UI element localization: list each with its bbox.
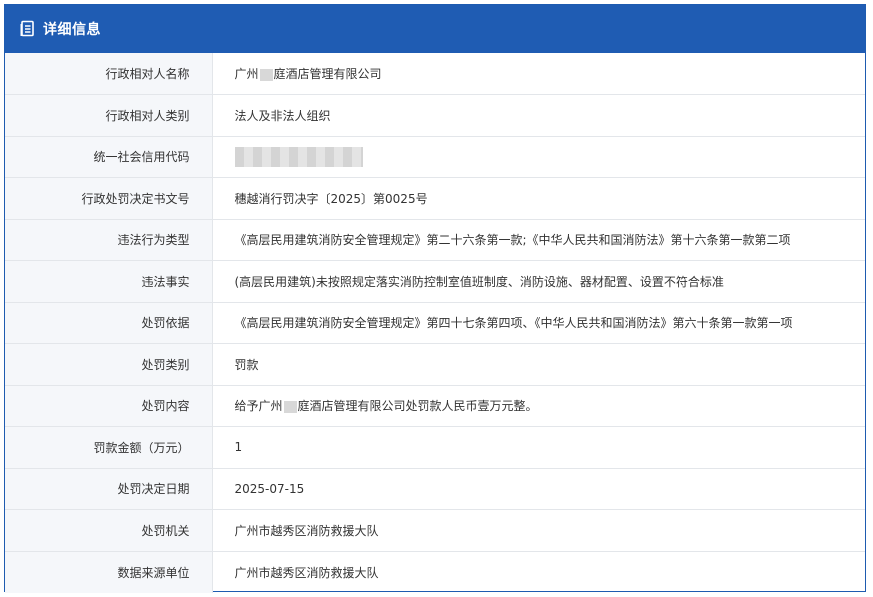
table-row: 统一社会信用代码 (5, 136, 865, 178)
value-text: 给予广州 (234, 399, 283, 414)
table-row: 处罚机关 广州市越秀区消防救援大队 (5, 509, 865, 552)
detail-table: 行政相对人名称 广州 庭酒店管理有限公司 行政相对人类别 法人及非法人组织 统一社… (5, 53, 865, 593)
panel-header: 详细信息 (5, 5, 865, 53)
row-label: 罚款金额（万元） (5, 426, 213, 469)
row-label: 处罚机关 (5, 509, 213, 552)
row-value (212, 136, 865, 178)
row-label: 处罚依据 (5, 302, 213, 344)
table-row: 罚款金额（万元） 1 (5, 426, 865, 469)
row-label: 行政相对人名称 (5, 53, 213, 95)
row-value: 穗越消行罚决字〔2025〕第0025号 (212, 177, 865, 220)
row-value: 广州市越秀区消防救援大队 (234, 565, 379, 580)
row-label: 处罚决定日期 (5, 468, 213, 510)
row-label: 处罚内容 (5, 385, 213, 427)
row-value: 1 (212, 426, 865, 469)
value-text: 广州 (234, 67, 259, 81)
table-row: 行政处罚决定书文号 穗越消行罚决字〔2025〕第0025号 (5, 177, 865, 220)
table-row: 处罚决定日期 2025-07-15 (5, 468, 865, 510)
table-row: 行政相对人类别 法人及非法人组织 (5, 94, 865, 137)
row-value: 2025-07-15 (212, 468, 865, 510)
table-row: 处罚内容 给予广州 庭酒店管理有限公司处罚款人民币壹万元整。 (5, 385, 865, 427)
row-value: 给予广州 庭酒店管理有限公司处罚款人民币壹万元整。 (212, 385, 865, 427)
row-value: 广州 庭酒店管理有限公司 (212, 53, 865, 95)
row-label: 违法事实 (5, 260, 213, 303)
table-row: 违法行为类型 《高层民用建筑消防安全管理规定》第二十六条第一款;《中华人民共和国… (5, 219, 865, 261)
value-text: 庭酒店管理有限公司处罚款人民币壹万元整。 (297, 399, 538, 414)
panel-title: 详细信息 (43, 22, 101, 38)
redaction-mask (234, 146, 363, 167)
row-value: 罚款 (212, 343, 865, 386)
row-label: 违法行为类型 (5, 219, 213, 261)
table-row: 处罚依据 《高层民用建筑消防安全管理规定》第四十七条第四项、《中华人民共和国消防… (5, 302, 865, 344)
row-value: 《高层民用建筑消防安全管理规定》第四十七条第四项、《中华人民共和国消防法》第六十… (212, 302, 865, 344)
document-list-icon (19, 20, 37, 38)
table-row: 行政相对人名称 广州 庭酒店管理有限公司 (5, 53, 865, 95)
row-label: 处罚类别 (5, 343, 213, 386)
table-row: 处罚类别 罚款 (5, 343, 865, 386)
row-label: 数据来源单位 (5, 551, 213, 593)
table-row: 违法事实 (高层民用建筑)未按照规定落实消防控制室值班制度、消防设施、器材配置、… (5, 260, 865, 303)
row-label: 统一社会信用代码 (5, 136, 213, 178)
row-label: 行政相对人类别 (5, 94, 213, 137)
row-label: 行政处罚决定书文号 (5, 177, 213, 220)
redaction-mask (283, 400, 297, 413)
redaction-mask (259, 68, 273, 81)
row-value: 广州市越秀区消防救援大队 (212, 509, 865, 552)
row-value: 《高层民用建筑消防安全管理规定》第二十六条第一款;《中华人民共和国消防法》第十六… (212, 219, 865, 261)
detail-panel: 详细信息 行政相对人名称 广州 庭酒店管理有限公司 行政相对人类别 法人及非法人组… (4, 4, 866, 593)
row-value: (高层民用建筑)未按照规定落实消防控制室值班制度、消防设施、器材配置、设置不符合… (212, 260, 865, 303)
value-text: 庭酒店管理有限公司 (273, 67, 382, 81)
table-row: 数据来源单位 广州市越秀区消防救援大队 (5, 551, 865, 593)
row-value: 法人及非法人组织 (212, 94, 865, 137)
